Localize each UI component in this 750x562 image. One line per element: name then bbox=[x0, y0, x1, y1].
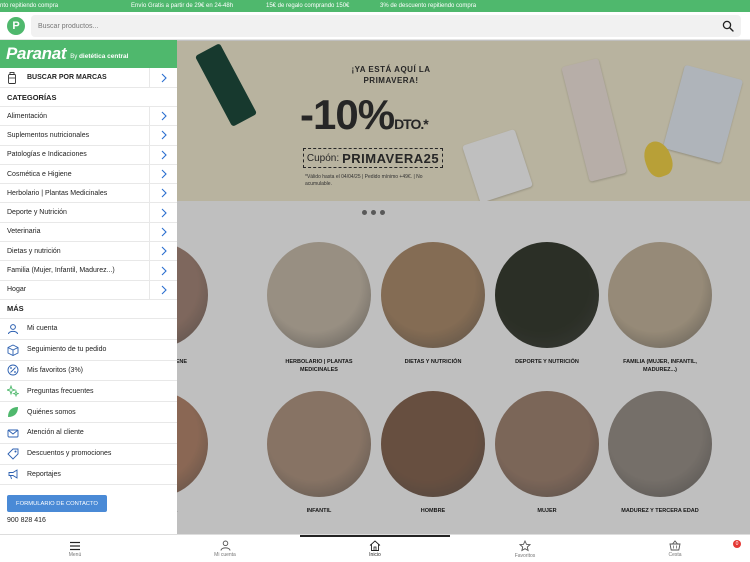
sparkles-icon bbox=[7, 385, 19, 398]
brand-logo: Paranat bbox=[6, 44, 67, 63]
percent-icon bbox=[7, 364, 19, 376]
mail-icon bbox=[7, 427, 19, 439]
search-by-brand-label: BUSCAR POR MARCAS bbox=[27, 74, 107, 81]
chevron-right-icon[interactable] bbox=[149, 242, 177, 261]
user-icon bbox=[7, 323, 19, 335]
chevron-right-icon[interactable] bbox=[149, 203, 177, 222]
more-title: MÁS bbox=[0, 300, 177, 319]
megaphone-icon bbox=[7, 468, 19, 480]
category-label: Hogar bbox=[7, 286, 27, 294]
home-icon bbox=[369, 540, 381, 551]
chevron-right-icon[interactable] bbox=[149, 107, 177, 126]
promo-text: 3% de descuento repitiendo compra bbox=[380, 3, 477, 9]
tab-label: Menú bbox=[68, 551, 82, 558]
chevron-right-icon[interactable] bbox=[149, 164, 177, 184]
tab-label: Mi cuenta bbox=[214, 552, 236, 558]
chevron-right-icon[interactable] bbox=[149, 145, 177, 164]
sidebar-category-item[interactable]: Deporte y Nutrición bbox=[0, 203, 177, 223]
tab-label: Cesta bbox=[668, 552, 682, 558]
chevron-right-icon[interactable] bbox=[149, 184, 177, 203]
promo-bar: nto repitiendo compra Envío Gratis a par… bbox=[0, 0, 750, 12]
promo-text: Envío Gratis a partir de 29€ en 24-48h bbox=[131, 3, 234, 9]
tab-favorites[interactable]: Favoritos bbox=[495, 535, 555, 562]
sidebar-category-item[interactable]: Cosmética e Higiene bbox=[0, 164, 177, 185]
sidebar-more-item[interactable]: Atención al cliente bbox=[0, 423, 177, 444]
tab-cart[interactable]: Cesta bbox=[645, 535, 705, 562]
category-label: Deporte y Nutrición bbox=[7, 209, 67, 217]
category-label: Herbolario | Plantas Medicinales bbox=[7, 189, 108, 197]
tab-label: Favoritos bbox=[514, 552, 536, 559]
brand-by-name: dietética central bbox=[78, 53, 129, 60]
contact-form-button[interactable]: FORMULARIO DE CONTACTO bbox=[7, 495, 107, 512]
sidebar-category-item[interactable]: Veterinaria bbox=[0, 222, 177, 243]
sidebar-category-item[interactable]: Familia (Mujer, Infantil, Madurez...) bbox=[0, 261, 177, 281]
more-item-label: Descuentos y promociones bbox=[27, 450, 112, 458]
search-icon[interactable] bbox=[722, 20, 734, 32]
chevron-right-icon[interactable] bbox=[149, 261, 177, 280]
category-label: Familia (Mujer, Infantil, Madurez...) bbox=[7, 267, 115, 275]
promo-text: nto repitiendo compra bbox=[0, 3, 59, 9]
menu-icon bbox=[70, 541, 80, 550]
sidebar-category-item[interactable]: Patologías e Indicaciones bbox=[0, 145, 177, 165]
category-label: Veterinaria bbox=[7, 228, 41, 236]
category-label: Patologías e Indicaciones bbox=[7, 151, 87, 159]
sidebar-more-item[interactable]: Mi cuenta bbox=[0, 319, 177, 340]
leaf-icon bbox=[7, 406, 19, 418]
package-icon bbox=[7, 344, 19, 356]
sidebar-category-item[interactable]: Herbolario | Plantas Medicinales bbox=[0, 184, 177, 204]
user-icon bbox=[220, 540, 230, 551]
search-input[interactable] bbox=[31, 15, 741, 37]
chevron-right-icon[interactable] bbox=[149, 222, 177, 242]
sidebar-more-item[interactable]: Descuentos y promociones bbox=[0, 444, 177, 465]
more-item-label: Mis favoritos (3%) bbox=[27, 366, 84, 374]
tag-icon bbox=[7, 448, 19, 460]
categories-title: CATEGORÍAS bbox=[0, 88, 177, 107]
more-item-label: Seguimiento de tu pedido bbox=[27, 346, 107, 354]
basket-icon bbox=[669, 540, 681, 551]
sidebar-more-item[interactable]: Quiénes somos bbox=[0, 402, 177, 423]
sidebar-more-item[interactable]: Seguimiento de tu pedido bbox=[0, 340, 177, 361]
sidebar-more-item[interactable]: Preguntas frecuentes bbox=[0, 381, 177, 403]
more-list: Mi cuenta Seguimiento de tu pedido Mis fav… bbox=[0, 319, 177, 486]
sidebar-more-item[interactable]: Mis favoritos (3%) bbox=[0, 361, 177, 382]
tab-account[interactable]: Mi cuenta bbox=[195, 535, 255, 562]
sidebar-category-item[interactable]: Alimentación bbox=[0, 107, 177, 127]
brand-by: By dietética central bbox=[70, 53, 128, 60]
sidebar-category-item[interactable]: Suplementos nutricionales bbox=[0, 126, 177, 146]
cart-count-badge: 0 bbox=[733, 540, 741, 548]
chevron-right-icon[interactable] bbox=[149, 68, 177, 87]
more-item-label: Quiénes somos bbox=[27, 408, 76, 416]
category-label: Suplementos nutricionales bbox=[7, 131, 90, 139]
tab-menu[interactable]: Menú bbox=[45, 535, 105, 562]
more-item-label: Atención al cliente bbox=[27, 429, 84, 437]
promo-text: 15€ de regalo comprando 150€ bbox=[266, 3, 350, 9]
side-menu: Paranat By dietética central BUSCAR POR … bbox=[0, 40, 177, 534]
tab-home[interactable]: Inicio bbox=[345, 535, 405, 562]
sidebar-category-item[interactable]: Dietas y nutrición bbox=[0, 242, 177, 262]
bottom-tab-bar: Menú Mi cuenta Inicio Favoritos Cesta 0 bbox=[0, 534, 750, 562]
category-label: Alimentación bbox=[7, 112, 48, 120]
side-menu-brand: Paranat By dietética central bbox=[0, 40, 177, 68]
star-icon bbox=[519, 539, 531, 551]
category-label: Cosmética e Higiene bbox=[7, 170, 72, 178]
chevron-right-icon[interactable] bbox=[149, 280, 177, 299]
sidebar-more-item[interactable]: Reportajes bbox=[0, 465, 177, 486]
search-by-brand[interactable]: BUSCAR POR MARCAS bbox=[0, 68, 177, 88]
chevron-right-icon[interactable] bbox=[149, 126, 177, 145]
tab-label: Inicio bbox=[369, 552, 381, 558]
brand-by-text: By bbox=[70, 54, 78, 60]
sidebar-category-item[interactable]: Hogar bbox=[0, 280, 177, 300]
bottle-icon bbox=[8, 71, 16, 84]
phone-number[interactable]: 900 828 416 bbox=[7, 517, 46, 524]
logo-icon[interactable]: P bbox=[7, 17, 25, 35]
app-header: P bbox=[0, 12, 750, 40]
more-item-label: Preguntas frecuentes bbox=[27, 387, 94, 395]
category-label: Dietas y nutrición bbox=[7, 247, 61, 255]
more-item-label: Mi cuenta bbox=[27, 325, 58, 333]
category-list: Alimentación Suplementos nutricionales Pat… bbox=[0, 107, 177, 300]
more-item-label: Reportajes bbox=[27, 470, 61, 478]
